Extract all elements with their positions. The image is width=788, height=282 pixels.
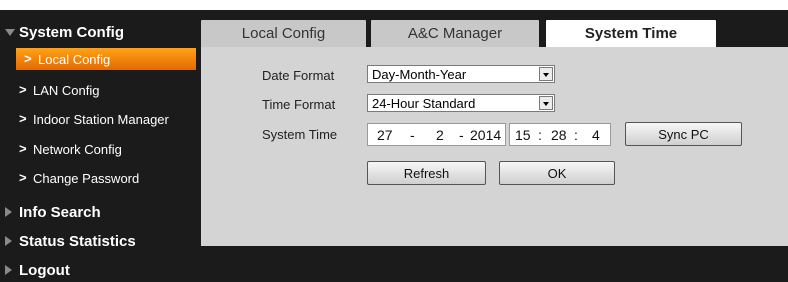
tab-bar: Local Config A&C Manager System Time [201,10,788,47]
sync-pc-label: Sync PC [658,126,709,142]
sidebar-section-status-statistics[interactable]: Status Statistics [0,227,201,255]
date-format-value: Day-Month-Year [372,67,467,82]
chevron-right-icon: > [19,170,27,185]
chevron-right-icon: > [24,51,32,66]
triangle-right-icon [5,265,12,275]
date-format-label: Date Format [262,68,335,83]
sidebar-section-logout[interactable]: Logout [0,256,201,282]
sidebar-item-label: Local Config [38,52,111,67]
tab-ac-manager[interactable]: A&C Manager [371,20,539,47]
time-separator: : [574,127,578,143]
ok-button[interactable]: OK [499,161,615,185]
tab-label: Local Config [241,25,326,42]
time-input[interactable]: 15 : 28 : 4 [509,123,611,146]
tab-local-config[interactable]: Local Config [201,20,366,47]
tab-label: A&C Manager [407,25,503,42]
year-field[interactable]: 2014 [470,127,501,143]
chevron-right-icon: > [19,82,27,97]
sidebar-item-label: Network Config [33,142,122,157]
dropdown-arrow-icon[interactable] [539,67,553,81]
chevron-right-icon: > [19,141,27,156]
triangle-down-icon [5,29,15,36]
sidebar-item-label: Indoor Station Manager [33,112,169,127]
minute-field[interactable]: 28 [551,127,567,143]
refresh-label: Refresh [403,165,450,181]
date-separator: - [459,127,464,143]
dropdown-arrow-icon[interactable] [539,96,553,110]
sidebar-item-label: Change Password [33,171,140,186]
sidebar-section-label: System Config [19,24,125,41]
sidebar-section-system-config[interactable]: System Config [0,18,201,46]
top-strip [0,0,788,10]
content-footer [201,246,788,282]
tab-label: System Time [584,25,678,42]
time-format-label: Time Format [262,97,336,112]
date-input[interactable]: 27 - 2 - 2014 [367,123,506,146]
sidebar-item-label: LAN Config [33,83,100,98]
ok-label: OK [547,165,567,181]
time-format-select[interactable]: 24-Hour Standard [367,94,555,112]
sidebar-item-lan-config[interactable]: > LAN Config [0,79,201,101]
system-time-panel: Date Format Day-Month-Year Time Format 2… [201,47,788,246]
sidebar-section-label: Status Statistics [19,233,136,250]
time-format-value: 24-Hour Standard [372,96,476,111]
sidebar-item-indoor-station-manager[interactable]: > Indoor Station Manager [0,108,201,130]
sidebar-item-change-password[interactable]: > Change Password [0,167,201,189]
tab-system-time[interactable]: System Time [546,20,716,47]
app-window: System Config > Local Config > LAN Confi… [0,0,788,282]
sync-pc-button[interactable]: Sync PC [625,122,742,146]
triangle-right-icon [5,207,12,217]
second-field[interactable]: 4 [592,127,600,143]
system-time-label: System Time [262,127,338,142]
triangle-right-icon [5,236,12,246]
day-field[interactable]: 27 [377,127,393,143]
date-format-select[interactable]: Day-Month-Year [367,65,555,83]
sidebar-section-info-search[interactable]: Info Search [0,198,201,226]
sidebar-item-local-config[interactable]: > Local Config [16,48,196,70]
chevron-right-icon: > [19,111,27,126]
date-separator: - [410,127,415,143]
month-field[interactable]: 2 [436,127,444,143]
sidebar: System Config > Local Config > LAN Confi… [0,10,201,282]
sidebar-section-label: Logout [19,262,70,279]
sidebar-section-label: Info Search [19,204,101,221]
sidebar-item-network-config[interactable]: > Network Config [0,138,201,160]
hour-field[interactable]: 15 [515,127,531,143]
refresh-button[interactable]: Refresh [367,161,486,185]
time-separator: : [538,127,542,143]
